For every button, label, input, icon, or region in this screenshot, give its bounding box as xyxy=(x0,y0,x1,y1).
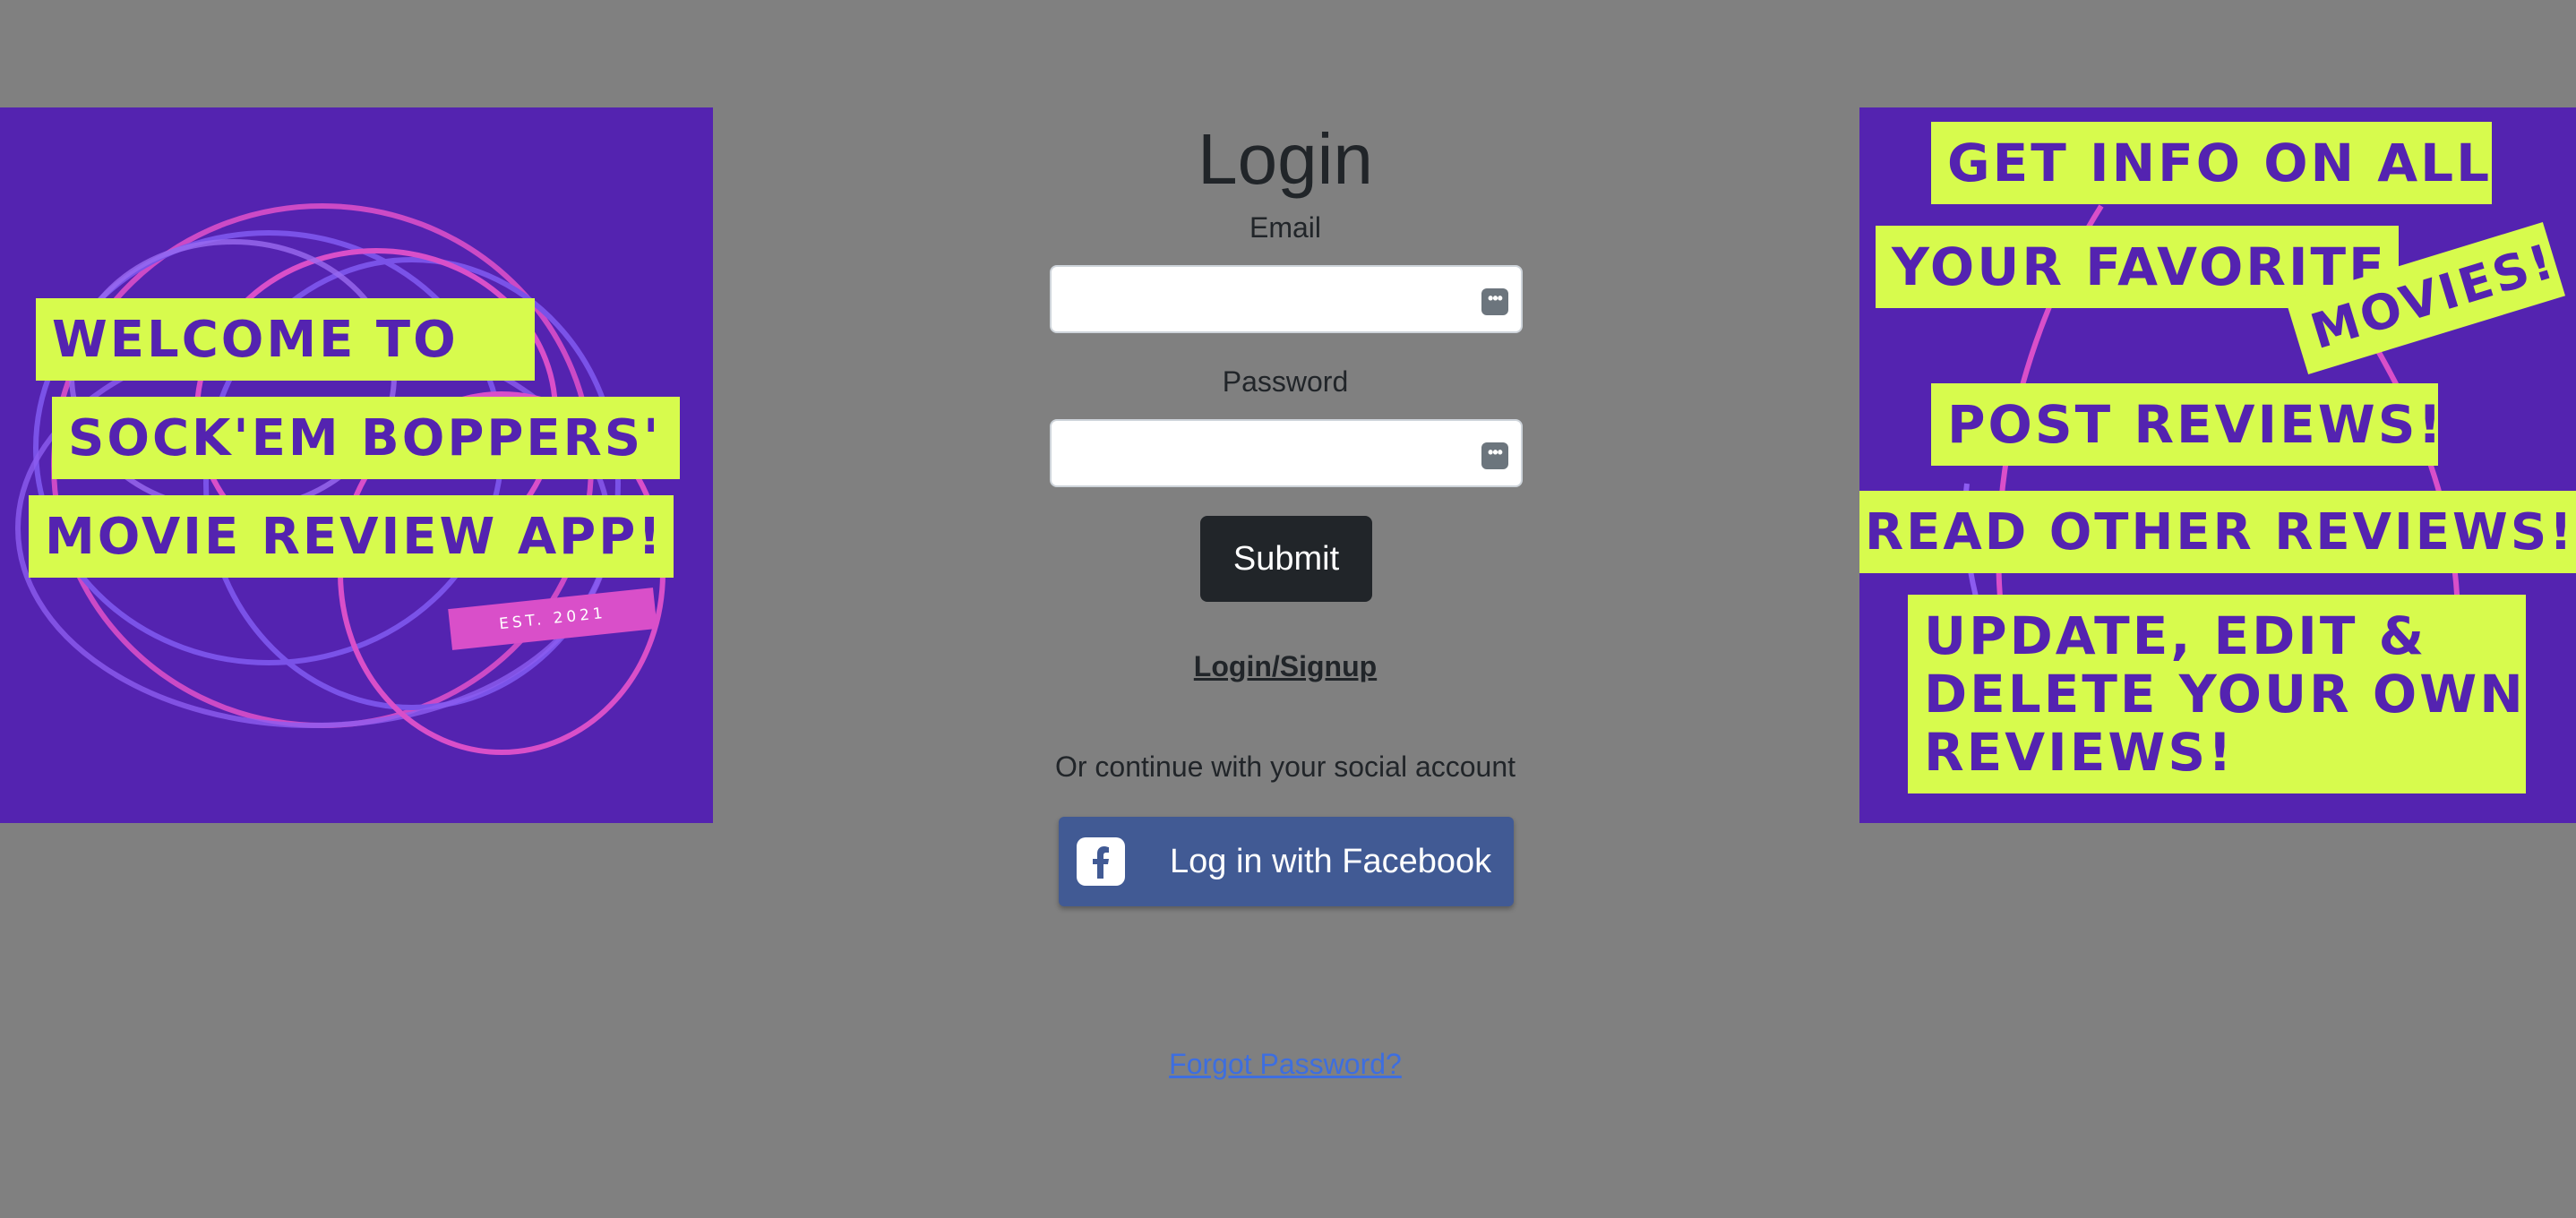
password-label: Password xyxy=(1222,365,1349,398)
password-field[interactable]: ••• xyxy=(1050,419,1523,487)
submit-button[interactable]: Submit xyxy=(1200,516,1372,602)
promo-line-delete: DELETE YOUR OWN xyxy=(1924,663,2526,725)
welcome-promo-image: WELCOME TO SOCK'EM BOPPERS' MOVIE REVIEW… xyxy=(0,107,713,823)
facebook-icon xyxy=(1077,837,1125,886)
features-promo-image: GET INFO ON ALL YOUR FAVORITE MOVIES! PO… xyxy=(1859,107,2576,823)
forgot-password-link[interactable]: Forgot Password? xyxy=(1030,1046,1541,1082)
promo-line-update: UPDATE, EDIT & xyxy=(1924,605,2427,666)
facebook-login-button[interactable]: Log in with Facebook xyxy=(1059,817,1514,906)
email-field[interactable]: ••• xyxy=(1050,265,1523,333)
promo-banner-movie-review: MOVIE REVIEW APP! xyxy=(29,495,674,578)
key-icon[interactable]: ••• xyxy=(1481,442,1508,469)
promo-banner-get-info: GET INFO ON ALL xyxy=(1931,122,2492,204)
promo-line-reviews: REVIEWS! xyxy=(1924,721,2235,783)
key-icon[interactable]: ••• xyxy=(1481,288,1508,315)
promo-banner-post-reviews: POST REVIEWS! xyxy=(1931,383,2442,466)
promo-banner-read-reviews: READ OTHER REVIEWS! xyxy=(1859,491,2576,573)
login-signup-link[interactable]: Login/Signup xyxy=(1030,648,1541,684)
promo-banner-welcome: WELCOME TO xyxy=(36,298,535,381)
email-label: Email xyxy=(1249,211,1321,244)
social-login-prompt: Or continue with your social account xyxy=(1054,751,1516,783)
facebook-login-label: Log in with Facebook xyxy=(1170,842,1492,880)
promo-banner-update-edit: UPDATE, EDIT & DELETE YOUR OWN REVIEWS! xyxy=(1908,595,2526,793)
page-title: Login xyxy=(1198,119,1373,199)
promo-banner-app-name: SOCK'EM BOPPERS' xyxy=(52,397,680,479)
